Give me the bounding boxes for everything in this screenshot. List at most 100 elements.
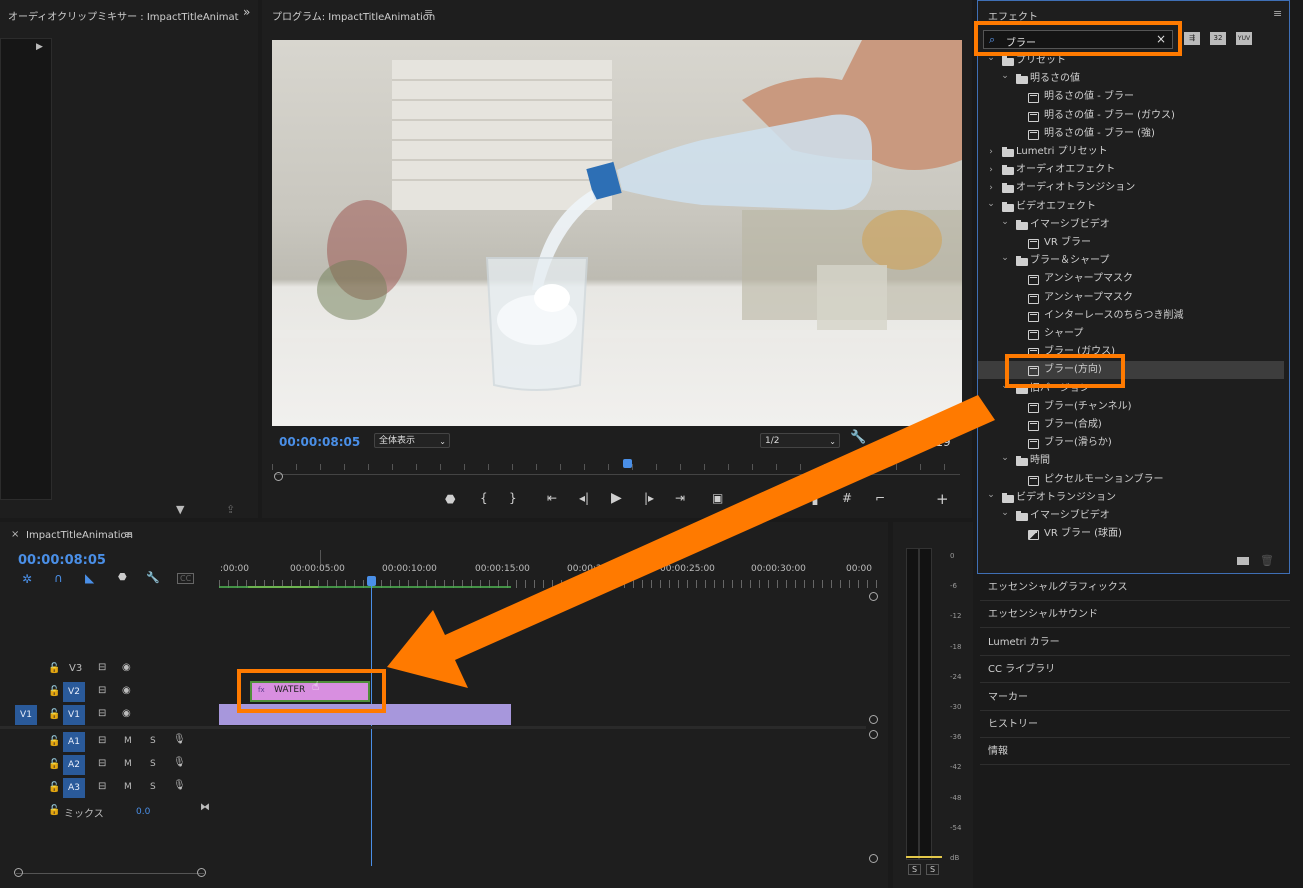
32bit-effects-icon[interactable]: 32 <box>1210 32 1226 45</box>
meter-solo-right[interactable]: S <box>926 864 940 875</box>
vertical-scroll-handle[interactable] <box>869 592 878 601</box>
mix-value[interactable]: 0.0 <box>136 807 150 817</box>
export-icon[interactable]: ⇪ <box>226 503 235 516</box>
track-target-v2[interactable]: V2 <box>63 682 85 702</box>
effects-tree-item[interactable]: シャープ <box>978 325 1284 343</box>
horizontal-scroll-handle[interactable] <box>197 868 206 877</box>
track-target-a2[interactable]: A2 <box>63 755 85 775</box>
lock-icon[interactable]: 🔓 <box>48 805 60 816</box>
captions-icon[interactable]: CC <box>177 573 195 584</box>
wrench-icon[interactable]: 🔧 <box>850 430 866 445</box>
chevron-down-icon[interactable]: ⌄ <box>986 486 996 504</box>
timeline-timecode[interactable]: 00:00:08:05 <box>18 553 106 568</box>
effects-tree-item[interactable]: VR ブラー (球面) <box>978 525 1284 543</box>
effects-tree-item[interactable]: ブラー(チャンネル) <box>978 398 1284 416</box>
microphone-icon[interactable]: 🎙 <box>173 734 186 745</box>
vertical-scroll-handle[interactable] <box>869 715 878 724</box>
effects-tree-item[interactable]: › オーディオエフェクト <box>978 161 1284 179</box>
effects-tree-item[interactable]: アンシャープマスク <box>978 270 1284 288</box>
button-editor-icon[interactable]: + <box>936 490 949 508</box>
solo-button[interactable]: S <box>150 736 156 746</box>
chevron-down-icon[interactable]: ⌄ <box>1000 67 1010 85</box>
lock-icon[interactable]: 🔓 <box>48 736 60 747</box>
effects-tree-item[interactable]: ピクセルモーションブラー <box>978 471 1284 489</box>
sync-lock-icon[interactable]: ⊟ <box>98 662 106 673</box>
snap-icon[interactable]: ∩ <box>54 571 63 585</box>
go-to-in-icon[interactable]: ⇤ <box>547 491 557 505</box>
nest-icon[interactable]: ✲ <box>22 572 32 586</box>
effects-menu-icon[interactable]: ≡ <box>1273 7 1282 20</box>
side-panel-tab[interactable]: エッセンシャルサウンド <box>980 601 1290 629</box>
program-menu-icon[interactable]: ≡ <box>424 6 433 19</box>
effects-tree-item[interactable]: › オーディオトランジション <box>978 179 1284 197</box>
step-back-icon[interactable]: ◂| <box>579 491 589 505</box>
resolution-select[interactable]: 1/2 ⌄ <box>760 433 840 448</box>
yuv-effects-icon[interactable]: YUV <box>1236 32 1252 45</box>
effects-tree-item[interactable]: ⌄ ビデオトランジション <box>978 489 1284 507</box>
sync-lock-icon[interactable]: ⊟ <box>98 708 106 719</box>
horizontal-scroll-handle[interactable] <box>14 868 23 877</box>
eye-icon[interactable]: ◉ <box>122 685 131 696</box>
effects-tree-item[interactable]: ⌄ ブラー＆シャープ <box>978 252 1284 270</box>
audio-mixer-title[interactable]: オーディオクリップミキサー : ImpactTitleAnimat <box>8 8 239 23</box>
sync-lock-icon[interactable]: ⊟ <box>98 758 106 769</box>
go-to-end-icon[interactable]: ⧓ <box>200 802 210 813</box>
sync-lock-icon[interactable]: ⊟ <box>98 735 106 746</box>
side-panel-tab[interactable]: マーカー <box>980 684 1290 711</box>
vertical-scroll-handle[interactable] <box>869 854 878 863</box>
mark-in-icon[interactable]: { <box>480 491 488 505</box>
comparison-view-icon[interactable]: ▚ <box>808 491 817 505</box>
play-icon[interactable]: ▶ <box>611 490 622 506</box>
wrench-icon[interactable]: 🔧 <box>146 571 160 584</box>
zoom-scrollbar[interactable] <box>274 474 960 481</box>
effects-tree-item[interactable]: ⌄ 明るさの値 <box>978 70 1284 88</box>
side-panel-tab[interactable]: ヒストリー <box>980 711 1290 738</box>
chevron-down-icon[interactable]: ⌄ <box>1000 449 1010 467</box>
effects-tree-item[interactable]: ⌄ イマーシブビデオ <box>978 216 1284 234</box>
track-target-a3[interactable]: A3 <box>63 778 85 798</box>
sequence-menu-icon[interactable]: ≡ <box>124 528 133 541</box>
effects-tree-item[interactable]: アンシャープマスク <box>978 289 1284 307</box>
mark-out-icon[interactable]: } <box>509 491 517 505</box>
accelerated-effects-icon[interactable]: ⇶ <box>1184 32 1200 45</box>
effects-tree-item[interactable]: 明るさの値 - ブラー <box>978 88 1284 106</box>
effects-tree-item[interactable]: ブラー(合成) <box>978 416 1284 434</box>
chevron-down-icon[interactable]: ⌄ <box>986 195 996 213</box>
mute-button[interactable]: M <box>124 782 132 792</box>
effects-tree-item[interactable]: 明るさの値 - ブラー (ガウス) <box>978 107 1284 125</box>
solo-button[interactable]: S <box>150 759 156 769</box>
chevron-right-icon[interactable]: › <box>986 161 996 179</box>
playhead-marker[interactable] <box>623 459 632 468</box>
lock-icon[interactable]: 🔓 <box>48 782 60 793</box>
sequence-tab[interactable]: ImpactTitleAnimation <box>26 530 133 541</box>
lock-icon[interactable]: 🔓 <box>48 663 60 674</box>
effects-tree-item[interactable]: ⌄ 時間 <box>978 452 1284 470</box>
source-patch-v1[interactable]: V1 <box>15 705 37 725</box>
side-panel-tab[interactable]: エッセンシャルグラフィックス <box>980 574 1290 601</box>
close-icon[interactable]: × <box>11 529 19 540</box>
meter-solo-left[interactable]: S <box>908 864 922 875</box>
eye-icon[interactable]: ◉ <box>122 708 131 719</box>
effects-tree-item[interactable]: › Lumetri プリセット <box>978 143 1284 161</box>
export-frame-icon[interactable]: ⌐ <box>875 491 885 505</box>
side-panel-tab[interactable]: 情報 <box>980 738 1290 766</box>
linked-selection-icon[interactable]: ◣ <box>85 571 94 585</box>
step-forward-icon[interactable]: |▸ <box>644 491 654 505</box>
program-title[interactable]: プログラム: ImpactTitleAnimation <box>272 8 435 23</box>
new-bin-icon[interactable] <box>1237 557 1249 565</box>
effects-tree-item[interactable]: VR ブラー <box>978 234 1284 252</box>
microphone-icon[interactable]: 🎙 <box>173 780 186 791</box>
program-timecode[interactable]: 00:00:08:05 <box>279 435 360 449</box>
go-to-out-icon[interactable]: ⇥ <box>675 491 685 505</box>
effects-tree-item[interactable]: インターレースのちらつき削減 <box>978 307 1284 325</box>
chevron-down-icon[interactable]: ⌄ <box>1000 213 1010 231</box>
effects-tree-item[interactable]: ⌄ イマーシブビデオ <box>978 507 1284 525</box>
track-target-a1[interactable]: A1 <box>63 732 85 752</box>
effects-tree-item[interactable]: 明るさの値 - ブラー (強) <box>978 125 1284 143</box>
track-target-v1[interactable]: V1 <box>63 705 85 725</box>
lock-icon[interactable]: 🔓 <box>48 759 60 770</box>
solo-button[interactable]: S <box>150 782 156 792</box>
add-marker-icon[interactable]: ⬣ <box>118 572 127 583</box>
chevron-down-icon[interactable]: ⌄ <box>1000 249 1010 267</box>
chevron-down-icon[interactable]: ⌄ <box>1000 504 1010 522</box>
